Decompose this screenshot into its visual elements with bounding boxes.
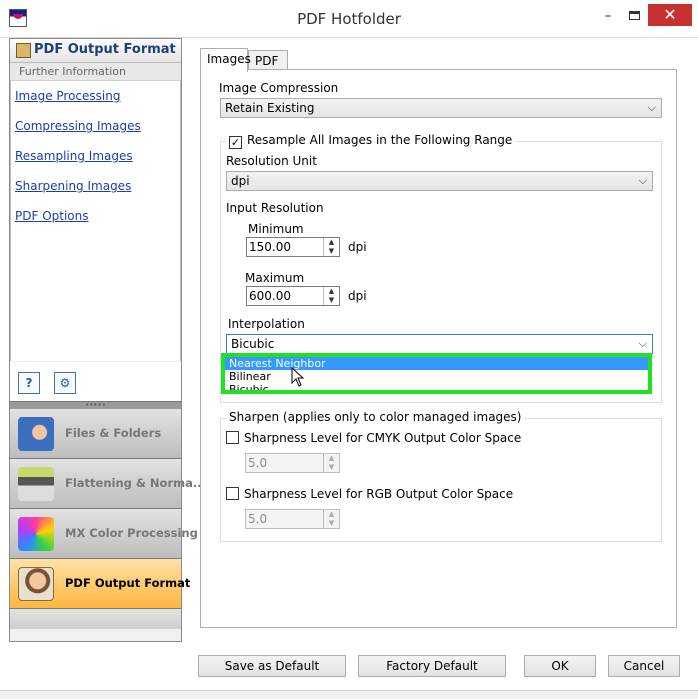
help-icon[interactable]: ?	[18, 372, 40, 394]
down-arrow-icon[interactable]: ▼	[324, 519, 339, 528]
option-nearest-neighbor[interactable]: Nearest Neighbor	[225, 357, 648, 370]
link-sharpening-images[interactable]: Sharpening Images	[11, 179, 180, 209]
minimum-value: 150.00	[249, 240, 291, 254]
interpolation-dropdown-list: Nearest Neighbor Bilinear Bicubic	[221, 353, 652, 394]
tab-pdf[interactable]: PDF	[248, 50, 288, 70]
link-resampling-images[interactable]: Resampling Images	[11, 149, 180, 179]
sharpen-rgb-value: 5.0	[248, 512, 268, 526]
factory-default-button[interactable]: Factory Default	[358, 655, 506, 677]
splitter-grip[interactable]: •••••	[10, 401, 181, 409]
up-arrow-icon[interactable]: ▲	[324, 238, 339, 247]
info-links: Image Processing Compressing Images Resa…	[10, 81, 181, 361]
sharpen-rgb-row: Sharpness Level for RGB Output Color Spa…	[226, 487, 513, 501]
nav-mx-color[interactable]: MX Color Processing	[10, 509, 198, 559]
chevron-down-icon: ⌵	[647, 101, 656, 114]
sharpen-cmyk-stepper[interactable]: ▲ ▼	[323, 454, 339, 472]
left-panel: PDF Output Format Further Information Im…	[9, 38, 206, 642]
minimum-stepper[interactable]: ▲ ▼	[323, 238, 339, 256]
resample-label: Resample All Images in the Following Ran…	[247, 133, 513, 147]
minimum-resolution-input[interactable]: 150.00 ▲ ▼	[246, 237, 340, 257]
up-arrow-icon[interactable]: ▲	[324, 287, 339, 296]
resolution-unit-label: Resolution Unit	[226, 154, 317, 168]
title-bar: PDF Hotfolder – ✕	[0, 0, 698, 38]
link-pdf-options[interactable]: PDF Options	[11, 209, 180, 239]
sharpen-rgb-checkbox[interactable]	[226, 487, 239, 500]
maximum-stepper[interactable]: ▲ ▼	[323, 287, 339, 305]
minimum-label: Minimum	[248, 222, 304, 236]
option-bicubic[interactable]: Bicubic	[225, 383, 648, 390]
nav-spacer	[10, 609, 181, 629]
resample-group-title: ✓ Resample All Images in the Following Ra…	[226, 133, 516, 149]
maximize-icon	[628, 11, 640, 20]
maximum-label: Maximum	[245, 271, 305, 285]
up-arrow-icon[interactable]: ▲	[324, 510, 339, 519]
nav-flattening[interactable]: Flattening & Norma...	[10, 459, 206, 509]
nav-label: Files & Folders	[65, 426, 162, 440]
sharpen-rgb-stepper[interactable]: ▲ ▼	[323, 510, 339, 528]
down-arrow-icon[interactable]: ▼	[324, 247, 339, 256]
cancel-button[interactable]: Cancel	[608, 655, 680, 677]
input-resolution-label: Input Resolution	[226, 201, 324, 215]
maximum-resolution-input[interactable]: 600.00 ▲ ▼	[246, 286, 340, 306]
color-cube-icon	[18, 517, 54, 551]
left-panel-toolbar: ? ⚙	[10, 361, 181, 401]
down-arrow-icon[interactable]: ▼	[324, 463, 339, 472]
option-bilinear[interactable]: Bilinear	[225, 370, 648, 383]
folder-icon	[18, 417, 54, 451]
chevron-down-icon: ⌵	[638, 174, 647, 187]
image-compression-value: Retain Existing	[225, 101, 315, 115]
nav-label: PDF Output Format	[65, 576, 191, 590]
pdf-format-icon	[16, 43, 31, 58]
tab-images[interactable]: Images	[200, 48, 251, 72]
printer-icon	[18, 467, 54, 501]
mouse-cursor-icon	[291, 367, 305, 387]
maximum-unit: dpi	[348, 289, 367, 303]
minimum-unit: dpi	[348, 240, 367, 254]
nav-files-folders[interactable]: Files & Folders	[10, 409, 181, 459]
down-arrow-icon[interactable]: ▼	[324, 296, 339, 305]
chevron-down-icon: ⌵	[638, 337, 647, 350]
image-compression-select[interactable]: Retain Existing ⌵	[220, 98, 662, 118]
link-image-processing[interactable]: Image Processing	[11, 89, 180, 119]
up-arrow-icon[interactable]: ▲	[324, 454, 339, 463]
sharpen-group-title: Sharpen (applies only to color managed i…	[226, 410, 525, 424]
left-panel-header: PDF Output Format	[10, 39, 181, 63]
sharpen-cmyk-checkbox[interactable]	[226, 431, 239, 444]
further-information-label: Further Information	[10, 63, 181, 81]
nav-pdf-output-format[interactable]: PDF Output Format	[10, 559, 190, 609]
link-compressing-images[interactable]: Compressing Images	[11, 119, 180, 149]
close-button[interactable]: ✕	[648, 4, 692, 26]
resolution-unit-value: dpi	[231, 174, 250, 188]
sharpen-cmyk-label: Sharpness Level for CMYK Output Color Sp…	[244, 431, 522, 445]
maximum-value: 600.00	[249, 289, 291, 303]
nav-label: MX Color Processing	[65, 526, 198, 540]
image-compression-label: Image Compression	[219, 81, 339, 95]
interpolation-label: Interpolation	[228, 317, 305, 331]
sharpen-rgb-label: Sharpness Level for RGB Output Color Spa…	[244, 487, 514, 501]
sharpen-rgb-input[interactable]: 5.0 ▲ ▼	[245, 509, 340, 529]
interpolation-select[interactable]: Bicubic ⌵	[226, 334, 653, 354]
resample-checkbox[interactable]: ✓	[229, 136, 242, 149]
sharpen-cmyk-value: 5.0	[248, 456, 268, 470]
ok-button[interactable]: OK	[524, 655, 596, 677]
nav-label: Flattening & Norma...	[65, 476, 206, 490]
settings-icon[interactable]: ⚙	[54, 372, 76, 394]
resolution-unit-select[interactable]: dpi ⌵	[226, 171, 653, 191]
document-person-icon	[18, 567, 54, 601]
save-as-default-button[interactable]: Save as Default	[198, 655, 346, 677]
left-panel-title: PDF Output Format	[34, 42, 176, 57]
sharpen-cmyk-row: Sharpness Level for CMYK Output Color Sp…	[226, 431, 521, 445]
sharpen-cmyk-input[interactable]: 5.0 ▲ ▼	[245, 453, 340, 473]
interpolation-value: Bicubic	[231, 337, 275, 351]
status-strip	[0, 690, 698, 699]
